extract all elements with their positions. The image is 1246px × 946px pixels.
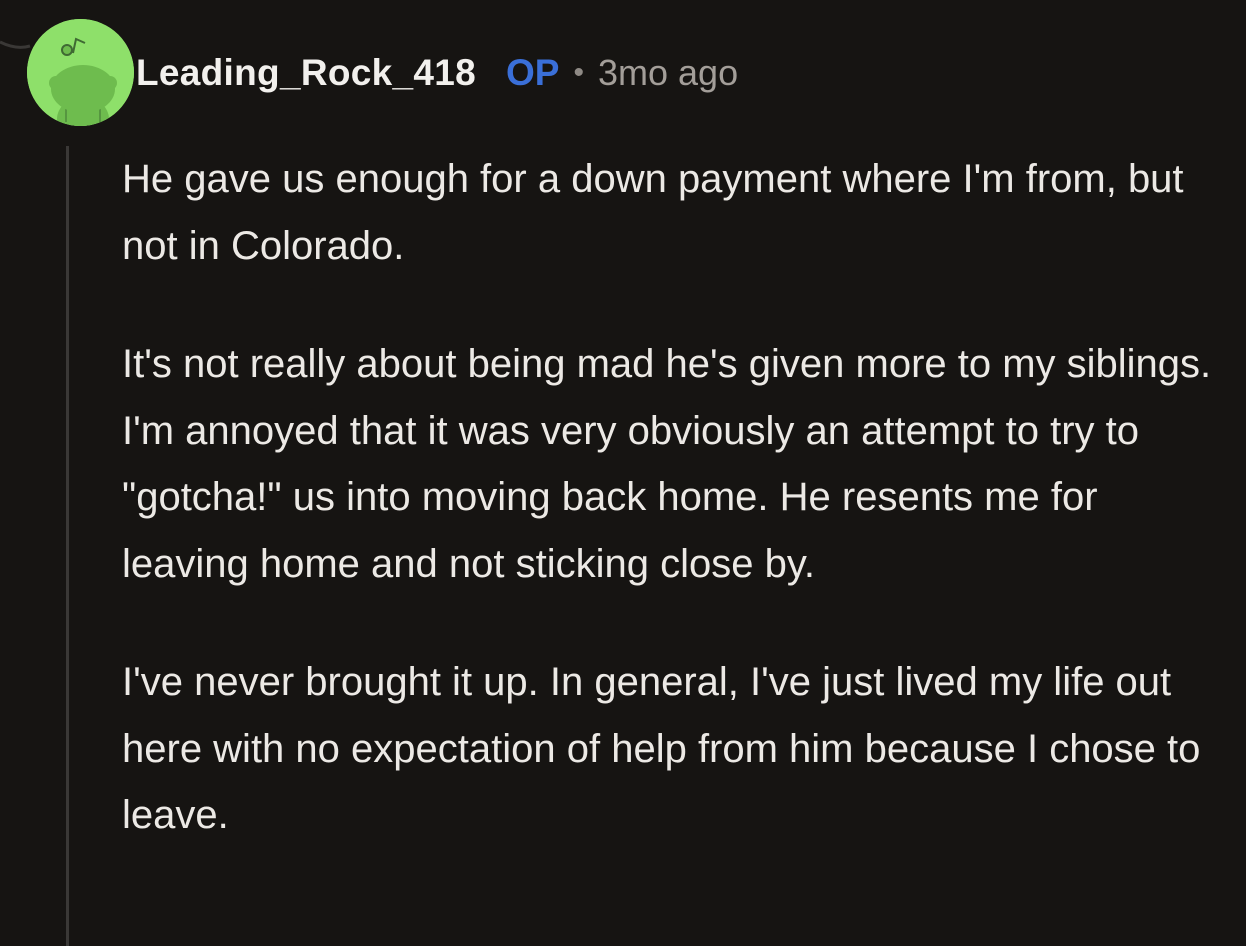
- comment-body: He gave us enough for a down payment whe…: [122, 146, 1222, 901]
- user-avatar[interactable]: [27, 19, 134, 126]
- meta-separator: •: [573, 56, 584, 89]
- comment-paragraph: I've never brought it up. In general, I'…: [122, 660, 1201, 837]
- comment-timestamp[interactable]: 3mo ago: [598, 52, 738, 94]
- username-link[interactable]: Leading_Rock_418: [136, 52, 476, 94]
- comment-paragraph: He gave us enough for a down payment whe…: [122, 157, 1184, 268]
- comment-header: Leading_Rock_418 OP • 3mo ago: [136, 48, 738, 98]
- thread-line[interactable]: [66, 146, 69, 946]
- op-badge: OP: [506, 52, 560, 93]
- snoo-avatar-icon: [27, 19, 134, 126]
- comment-paragraph: It's not really about being mad he's giv…: [122, 342, 1212, 586]
